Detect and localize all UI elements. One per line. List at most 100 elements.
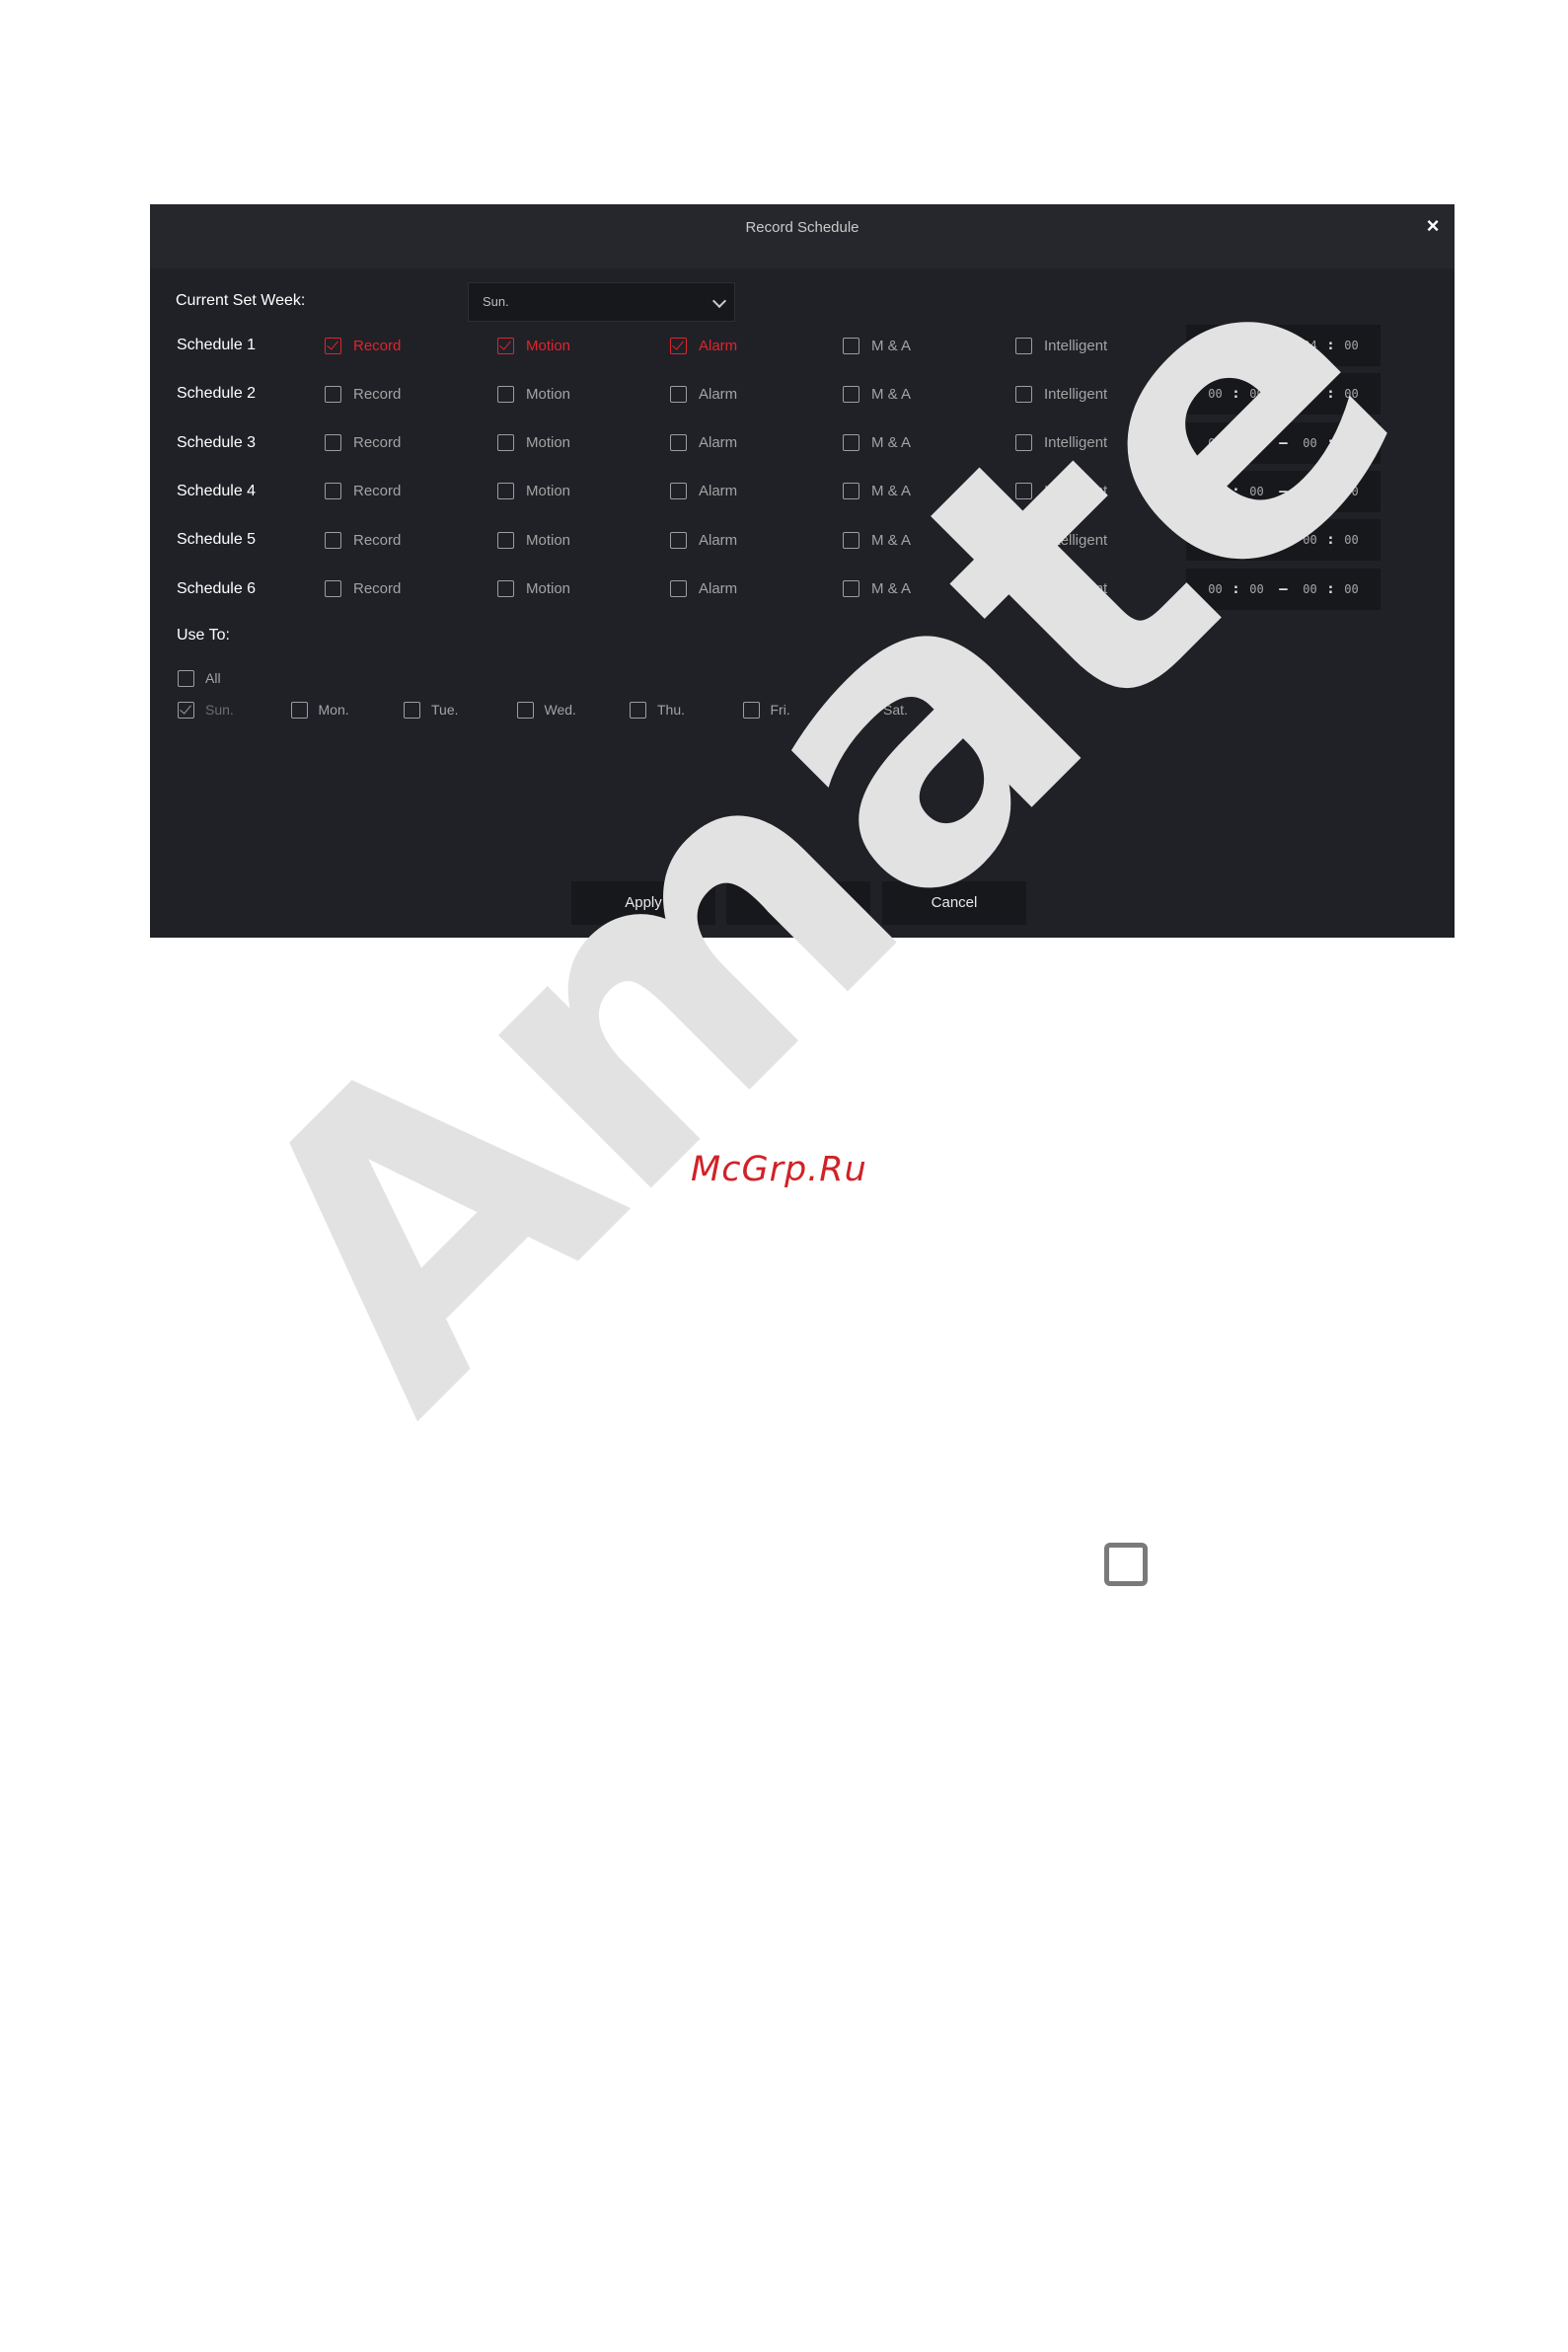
checkbox-icon (843, 337, 859, 354)
schedule-motion-checkbox[interactable]: Motion (497, 520, 570, 560)
start-hour-field[interactable]: 00 (1203, 533, 1229, 547)
end-hour-field[interactable]: 00 (1298, 485, 1323, 498)
schedule-record-label: Record (353, 434, 402, 452)
start-hour-field[interactable]: 00 (1203, 339, 1229, 352)
schedule-motion-checkbox[interactable]: Motion (497, 472, 570, 511)
checkbox-icon (843, 531, 859, 549)
start-minute-field[interactable]: 00 (1244, 533, 1270, 547)
end-hour-field[interactable]: 00 (1298, 387, 1323, 401)
schedule-motion-label: Motion (526, 580, 571, 597)
end-minute-field[interactable]: 00 (1339, 436, 1365, 450)
end-hour-field[interactable]: 00 (1298, 533, 1323, 547)
schedule-intelligent-checkbox[interactable]: Intelligent (1015, 326, 1107, 365)
schedule-motion-label: Motion (526, 531, 571, 549)
start-hour-field[interactable]: 00 (1203, 436, 1229, 450)
use-to-day-checkbox[interactable]: Sat. (856, 690, 908, 729)
use-to-day-label: Mon. (318, 702, 349, 718)
end-minute-field[interactable]: 00 (1339, 533, 1365, 547)
schedule-record-checkbox[interactable]: Record (325, 569, 401, 609)
end-minute-field[interactable]: 00 (1339, 485, 1365, 498)
schedule-alarm-checkbox[interactable]: Alarm (670, 520, 737, 560)
checkbox-icon (670, 531, 687, 549)
close-icon[interactable]: × (1421, 214, 1445, 238)
checkbox-icon (843, 483, 859, 500)
schedule-motion-checkbox[interactable]: Motion (497, 569, 570, 609)
start-minute-field[interactable]: 00 (1244, 387, 1270, 401)
start-minute-field[interactable]: 00 (1244, 339, 1270, 352)
schedule-alarm-checkbox[interactable]: Alarm (670, 374, 737, 414)
schedule-intelligent-checkbox[interactable]: Intelligent (1015, 374, 1107, 414)
schedule-label: Schedule 3 (177, 433, 257, 451)
use-to-day-checkbox[interactable]: Wed. (516, 690, 576, 729)
current-set-week-select[interactable]: Sun. (468, 282, 735, 322)
schedule-motion-checkbox[interactable]: Motion (497, 374, 570, 414)
use-to-day-label: Tue. (431, 702, 459, 718)
schedule-motion-checkbox[interactable]: Motion (497, 326, 570, 365)
schedule-ma-label: M & A (871, 337, 912, 354)
schedule-record-checkbox[interactable]: Record (325, 374, 401, 414)
end-hour-field[interactable]: 24 (1298, 339, 1323, 352)
schedule-label: Schedule 4 (177, 482, 257, 499)
time-separator: : (1326, 434, 1335, 451)
checkbox-icon (670, 385, 687, 403)
schedule-label: Schedule 5 (177, 531, 257, 549)
schedule-intelligent-checkbox[interactable]: Intelligent (1015, 520, 1107, 560)
end-hour-field[interactable]: 00 (1298, 436, 1323, 450)
schedule-ma-checkbox[interactable]: M & A (843, 569, 911, 609)
schedule-intelligent-checkbox[interactable]: Intelligent (1015, 569, 1107, 609)
cancel-button[interactable]: Cancel (882, 881, 1026, 925)
schedule-motion-label: Motion (526, 337, 571, 354)
start-minute-field[interactable]: 00 (1244, 485, 1270, 498)
start-minute-field[interactable]: 00 (1244, 436, 1270, 450)
schedule-label: Schedule 2 (177, 385, 257, 403)
time-separator: : (1232, 434, 1240, 451)
checkbox-icon (516, 701, 534, 719)
checkbox-icon (178, 669, 194, 687)
use-to-day-checkbox[interactable]: Tue. (404, 690, 459, 729)
schedule-alarm-checkbox[interactable]: Alarm (670, 569, 737, 609)
schedule-record-checkbox[interactable]: Record (325, 326, 401, 365)
use-to-day-checkbox[interactable]: Thu. (630, 690, 685, 729)
schedule-row: Schedule 5 Record Motion Alarm M & A Intellig… (150, 519, 1455, 562)
checkbox-icon (670, 483, 687, 500)
schedule-intelligent-label: Intelligent (1044, 434, 1108, 452)
schedule-motion-checkbox[interactable]: Motion (497, 423, 570, 463)
schedule-record-checkbox[interactable]: Record (325, 423, 401, 463)
checkbox-icon (670, 580, 687, 597)
schedule-intelligent-checkbox[interactable]: Intelligent (1015, 472, 1107, 511)
checkbox-icon (325, 337, 341, 354)
use-to-day-checkbox[interactable]: Fri. (742, 690, 790, 729)
schedule-time-range: 00:00–00:00 (1186, 470, 1381, 512)
apply-button[interactable]: Apply (571, 881, 715, 925)
schedule-ma-checkbox[interactable]: M & A (843, 520, 911, 560)
schedule-record-label: Record (353, 531, 402, 549)
schedule-alarm-checkbox[interactable]: Alarm (670, 472, 737, 511)
schedule-record-checkbox[interactable]: Record (325, 520, 401, 560)
start-hour-field[interactable]: 00 (1203, 485, 1229, 498)
schedule-alarm-checkbox[interactable]: Alarm (670, 423, 737, 463)
use-to-day-checkbox[interactable]: Mon. (290, 690, 349, 729)
end-minute-field[interactable]: 00 (1339, 387, 1365, 401)
current-set-week-value: Sun. (483, 294, 509, 309)
use-to-day-label: Thu. (657, 702, 686, 718)
checkbox-icon (1015, 337, 1032, 354)
end-minute-field[interactable]: 00 (1339, 339, 1365, 352)
save-button[interactable]: Save (726, 881, 870, 925)
end-hour-field[interactable]: 00 (1298, 582, 1323, 596)
schedule-ma-checkbox[interactable]: M & A (843, 326, 911, 365)
checkbox-icon (1015, 483, 1032, 500)
checkbox-icon (1015, 531, 1032, 549)
schedule-time-range: 00:00–00:00 (1186, 568, 1381, 610)
current-set-week-label: Current Set Week: (176, 292, 306, 309)
schedule-intelligent-label: Intelligent (1044, 483, 1108, 500)
schedule-ma-checkbox[interactable]: M & A (843, 472, 911, 511)
start-hour-field[interactable]: 00 (1203, 582, 1229, 596)
end-minute-field[interactable]: 00 (1339, 582, 1365, 596)
schedule-ma-checkbox[interactable]: M & A (843, 374, 911, 414)
schedule-record-checkbox[interactable]: Record (325, 472, 401, 511)
start-hour-field[interactable]: 00 (1203, 387, 1229, 401)
start-minute-field[interactable]: 00 (1244, 582, 1270, 596)
schedule-alarm-checkbox[interactable]: Alarm (670, 326, 737, 365)
schedule-intelligent-checkbox[interactable]: Intelligent (1015, 423, 1107, 463)
schedule-ma-checkbox[interactable]: M & A (843, 423, 911, 463)
